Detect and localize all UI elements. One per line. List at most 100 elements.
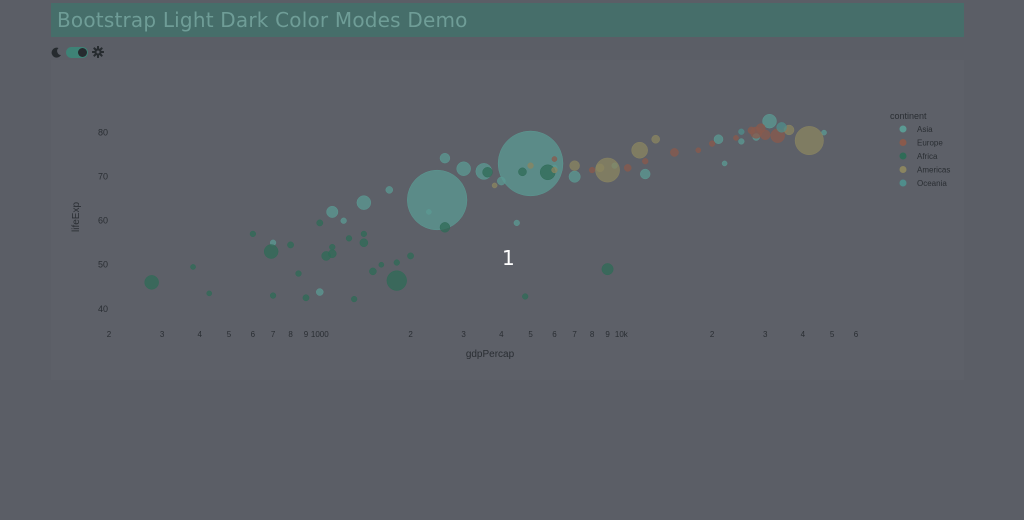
legend-entry-oceania: Oceania — [917, 179, 947, 188]
data-point-africa — [316, 219, 324, 227]
data-point-europe — [551, 156, 558, 162]
data-point-asia — [568, 170, 581, 183]
data-point-africa — [482, 167, 493, 178]
data-point-africa — [295, 270, 302, 277]
data-point-asia — [356, 195, 372, 210]
x-tick-label: 6 — [552, 330, 557, 339]
data-point-americas — [569, 160, 580, 171]
x-tick-label: 7 — [572, 330, 577, 339]
data-point-africa — [351, 296, 358, 303]
data-point-asia — [721, 160, 728, 167]
data-point-europe — [756, 123, 766, 133]
data-point-asia — [326, 205, 339, 218]
data-point-europe — [670, 148, 679, 157]
x-tick-label: 1000 — [311, 330, 329, 339]
data-point-asia — [439, 152, 451, 164]
data-point-asia — [426, 209, 432, 215]
data-point-africa — [601, 263, 614, 276]
data-point-africa — [345, 235, 353, 242]
data-point-africa — [287, 241, 294, 249]
data-point-americas — [595, 163, 605, 173]
data-point-africa — [359, 238, 369, 247]
legend-marker-europe — [899, 139, 907, 146]
data-point-africa — [360, 230, 367, 238]
data-point-europe — [733, 135, 739, 141]
data-point-asia — [316, 288, 324, 296]
x-axis-label: gdpPercap — [466, 349, 515, 360]
legend-entry-asia: Asia — [917, 125, 933, 134]
legend-entry-europe: Europe — [917, 139, 943, 148]
data-point-africa — [327, 249, 337, 259]
chart-container: 2 3 4 5 6 7 8 9 1000 2 3 4 5 6 7 8 9 10k 2 3 4 5 6 40 50 60 70 80 gd… — [51, 60, 964, 380]
page-title: Bootstrap Light Dark Color Modes Demo — [57, 8, 468, 32]
legend-marker-asia — [899, 125, 907, 133]
y-tick-label: 80 — [98, 128, 108, 138]
x-tick-label: 5 — [830, 330, 835, 339]
data-point-africa — [439, 222, 451, 233]
x-tick-label: 4 — [801, 330, 806, 339]
data-point-asia — [385, 186, 394, 194]
color-mode-controls — [51, 45, 104, 59]
data-point-americas — [551, 166, 558, 174]
data-point-africa — [378, 261, 385, 268]
data-point-africa — [518, 167, 527, 177]
data-point-africa — [393, 259, 400, 266]
x-tick-label: 9 — [304, 330, 309, 339]
data-point-americas — [491, 182, 498, 189]
x-tick-label: 8 — [288, 330, 293, 339]
data-point-africa — [263, 244, 279, 259]
x-tick-label: 2 — [408, 330, 413, 339]
y-tick-label: 70 — [98, 172, 108, 182]
x-tick-label: 5 — [528, 330, 533, 339]
data-point-europe — [695, 147, 702, 154]
data-point-africa — [249, 230, 256, 238]
x-tick-label: 3 — [160, 330, 165, 339]
data-point-asia — [640, 168, 651, 180]
data-point-africa — [329, 244, 336, 251]
data-point-europe — [623, 164, 632, 172]
x-tick-label: 3 — [461, 330, 466, 339]
y-axis-label: lifeExp — [71, 202, 82, 232]
y-tick-label: 60 — [98, 216, 108, 226]
toggle-knob — [78, 47, 87, 57]
dark-mode-toggle[interactable] — [66, 46, 88, 58]
data-point-oceania — [738, 128, 745, 135]
data-point-asia — [738, 138, 745, 145]
legend-marker-oceania — [899, 179, 907, 187]
data-point-africa — [206, 290, 213, 297]
x-tick-label: 6 — [854, 330, 859, 339]
data-point-asia — [407, 169, 468, 231]
legend-title: continent — [890, 111, 927, 121]
x-tick-label: 3 — [763, 330, 768, 339]
data-point-africa — [369, 267, 377, 276]
data-point-asia — [713, 134, 724, 144]
x-tick-label: 9 — [605, 330, 610, 339]
x-tick-label: 8 — [590, 330, 595, 339]
x-tick-label: 7 — [271, 330, 276, 339]
legend-marker-americas — [899, 166, 907, 173]
x-tick-label: 2 — [107, 330, 112, 339]
moon-icon — [51, 47, 62, 58]
x-tick-label: 5 — [227, 330, 232, 339]
x-tick-label: 10k — [615, 330, 629, 339]
step-number-label: 1 — [502, 246, 515, 270]
gear-icon[interactable] — [92, 46, 104, 58]
x-tick-label: 4 — [198, 330, 203, 339]
data-point-asia — [456, 161, 471, 176]
data-point-africa — [386, 270, 407, 291]
x-tick-label: 4 — [499, 330, 504, 339]
bubble-chart[interactable]: 2 3 4 5 6 7 8 9 1000 2 3 4 5 6 7 8 9 10k 2 3 4 5 64050607080gd… — [51, 60, 964, 380]
data-point-africa — [522, 293, 529, 300]
data-point-europe — [747, 126, 756, 135]
legend-marker-africa — [899, 152, 907, 160]
data-point-africa — [302, 294, 310, 302]
data-point-europe — [709, 140, 716, 147]
x-tick-label: 2 — [710, 330, 715, 339]
data-point-americas — [651, 134, 660, 144]
x-tick-label: 6 — [251, 330, 256, 339]
data-point-asia — [340, 217, 347, 224]
data-point-africa — [269, 292, 277, 299]
data-point-africa — [144, 275, 159, 290]
data-point-asia — [497, 176, 506, 186]
data-point-europe — [589, 166, 596, 174]
